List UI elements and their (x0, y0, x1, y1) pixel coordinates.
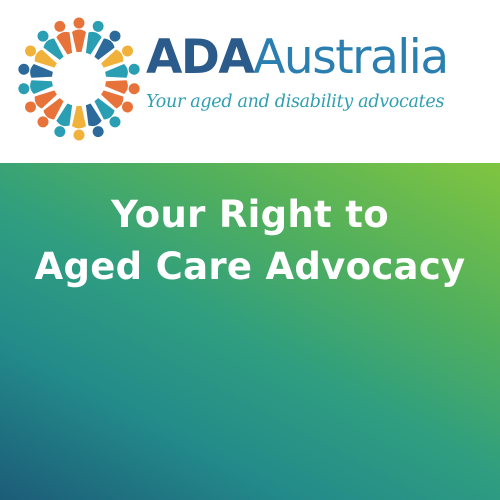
person-figure-icon (72, 17, 86, 52)
brand-name-australia: Australia (253, 30, 449, 85)
logo-header: ADAAustralia Your aged and disability ad… (0, 0, 500, 163)
headline: Your Right to Aged Care Advocacy (0, 189, 500, 293)
circle-of-people-logo-icon (14, 14, 144, 144)
headline-line-1: Your Right to (111, 193, 389, 236)
logo-tagline: Your aged and disability advocates (146, 92, 445, 112)
headline-line-2: Aged Care Advocacy (34, 245, 466, 288)
person-figure-icon (72, 106, 86, 141)
logo-wordmark: ADAAustralia Your aged and disability ad… (146, 30, 486, 112)
brand-name: ADAAustralia (146, 30, 486, 86)
logo-figures-icon (18, 17, 140, 141)
brand-name-ada: ADA (146, 30, 255, 85)
graphic-canvas: ADAAustralia Your aged and disability ad… (0, 0, 500, 500)
gradient-banner: Your Right to Aged Care Advocacy (0, 163, 500, 500)
